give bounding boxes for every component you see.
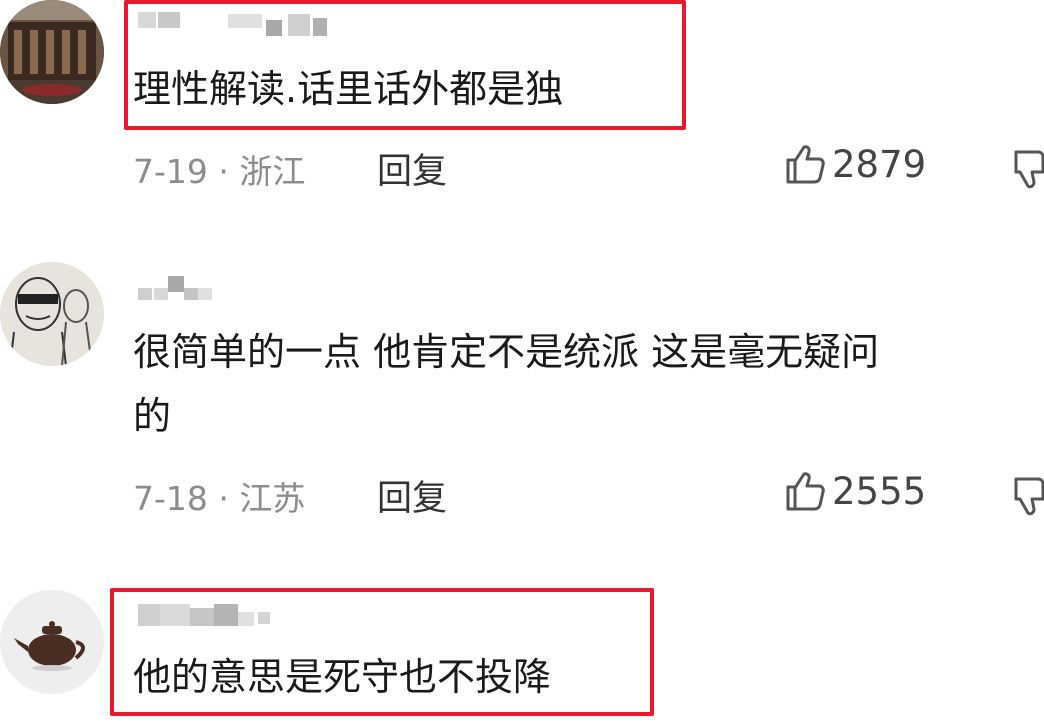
comment-text-line-1: 很简单的一点 他肯定不是统派 这是毫无疑问 <box>133 330 880 374</box>
avatar[interactable] <box>0 262 104 366</box>
dislike-button[interactable] <box>1012 148 1044 196</box>
thumbs-down-icon <box>1014 477 1044 516</box>
comment-date-location: 7-18 · 江苏 <box>133 479 306 518</box>
like-button[interactable]: 2879 <box>782 142 926 186</box>
comment-2: 很简单的一点 他肯定不是统派 这是毫无疑问 的 7-18 · 江苏 回复 255… <box>0 262 1044 552</box>
sketch-drawing-icon <box>0 262 104 366</box>
like-count: 2879 <box>832 142 927 186</box>
avatar[interactable] <box>0 0 104 104</box>
thumbs-down-icon <box>1014 150 1044 189</box>
comment-1: 理性解读.话里话外都是独 7-19 · 浙江 回复 2879 <box>0 0 1044 230</box>
comment-text: 理性解读.话里话外都是独 <box>133 67 564 111</box>
comment-text-line-2: 的 <box>133 394 172 438</box>
comment-3: 他的意思是死守也不投降 <box>0 586 1044 723</box>
reply-button[interactable]: 回复 <box>377 470 447 521</box>
building-photo-icon <box>0 0 104 104</box>
username-masked[interactable] <box>138 272 218 300</box>
like-count: 2555 <box>832 469 927 513</box>
avatar[interactable] <box>0 590 104 694</box>
comment-date-location: 7-19 · 浙江 <box>133 152 306 191</box>
thumbs-up-icon <box>786 472 825 511</box>
comment-text: 他的意思是死守也不投降 <box>133 655 552 699</box>
reply-button[interactable]: 回复 <box>377 143 447 194</box>
thumbs-up-icon <box>786 145 825 184</box>
like-button[interactable]: 2555 <box>782 469 926 513</box>
dislike-button[interactable] <box>1012 475 1044 523</box>
teapot-icon <box>0 590 104 694</box>
